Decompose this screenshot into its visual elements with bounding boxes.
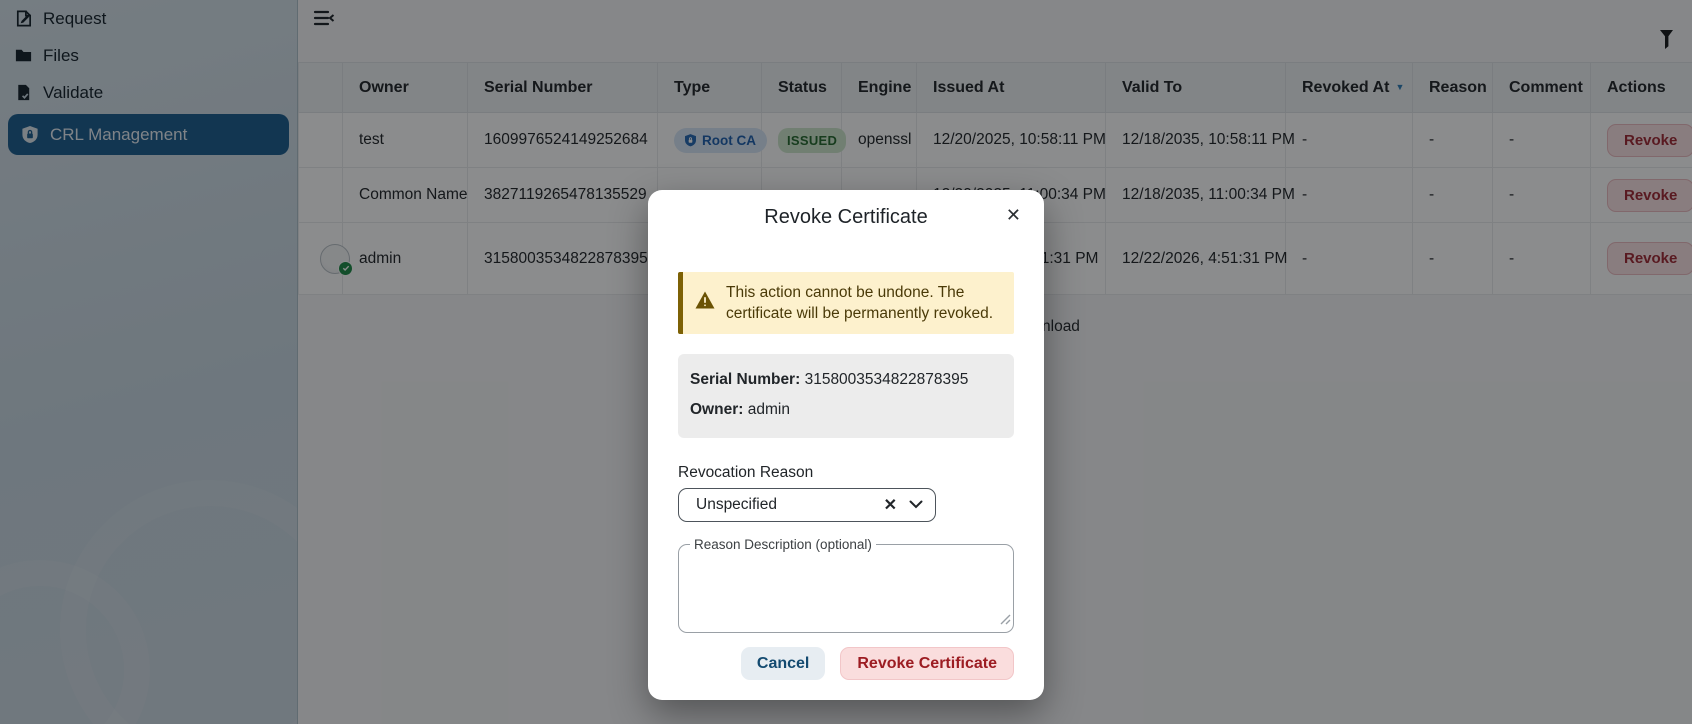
modal-footer: Cancel Revoke Certificate [741,647,1014,680]
revocation-reason-label: Revocation Reason [678,464,1014,482]
warning-alert: This action cannot be undone. The certif… [678,272,1014,334]
warning-alert-text: This action cannot be undone. The certif… [726,282,1002,324]
revoke-certificate-button[interactable]: Revoke Certificate [840,647,1014,680]
reason-description-textarea[interactable] [689,552,1003,610]
revocation-reason-select[interactable]: Unspecified ✕ [678,488,936,522]
modal-title: Revoke Certificate [648,206,1044,229]
cancel-button[interactable]: Cancel [741,647,825,680]
revoke-certificate-modal: Revoke Certificate ✕ This action cannot … [648,190,1044,700]
clear-selection-icon[interactable]: ✕ [884,495,897,515]
close-icon[interactable]: ✕ [1003,203,1024,227]
warning-triangle-icon [695,291,715,315]
serial-number-line: Serial Number: 3158003534822878395 [690,371,1002,389]
certificate-info-box: Serial Number: 3158003534822878395 Owner… [678,354,1014,438]
selected-reason-value: Unspecified [696,496,884,514]
resize-handle[interactable] [1000,612,1011,630]
reason-description-field: Reason Description (optional) [678,537,1014,633]
chevron-down-icon [909,496,923,514]
serial-number-label: Serial Number: [690,371,800,388]
reason-description-label: Reason Description (optional) [690,537,876,552]
owner-line: Owner: admin [690,401,1002,419]
app-window: Request Files Validate CRL Management [0,0,1692,724]
owner-label: Owner: [690,401,743,418]
serial-number-value: 3158003534822878395 [805,371,969,388]
owner-value: admin [748,401,790,418]
